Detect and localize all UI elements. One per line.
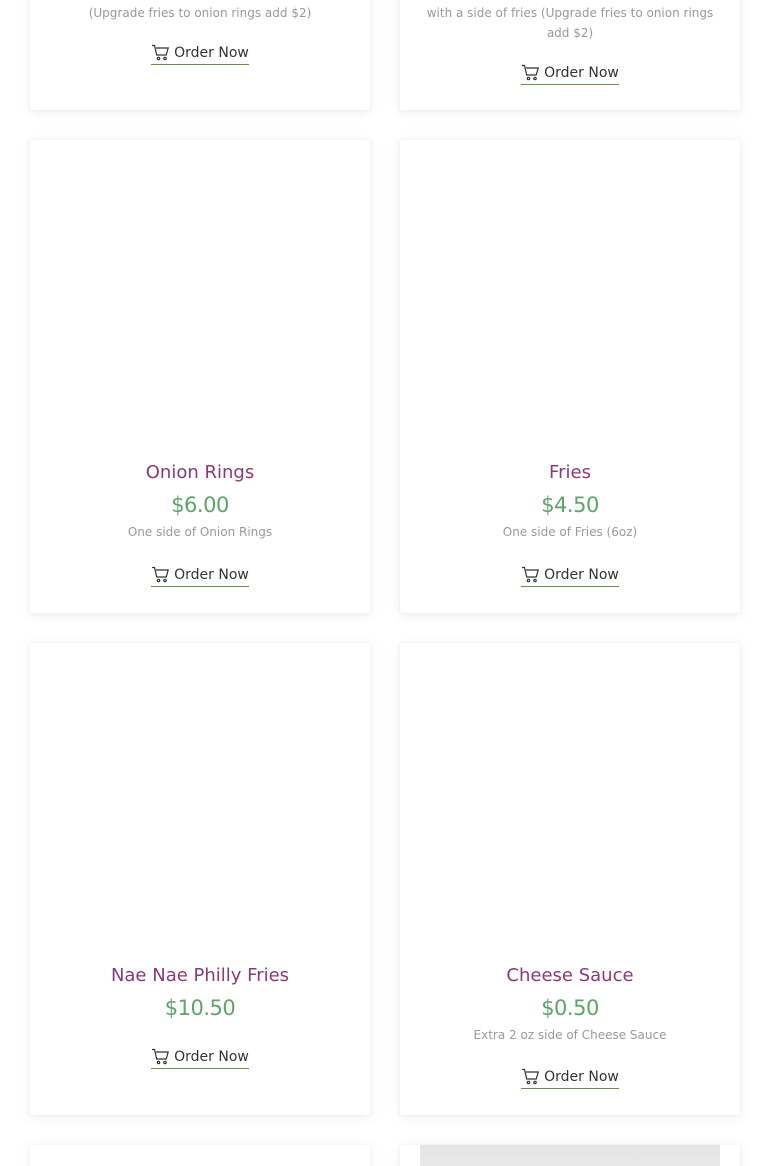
item-description: One side of Fries (6oz)	[502, 525, 638, 539]
menu-card	[30, 1145, 370, 1166]
order-now-label: Order Now	[174, 1048, 249, 1065]
item-name[interactable]: Fries	[400, 461, 740, 485]
menu-card-onion-rings: Onion Rings $6.00 One side of Onion Ring…	[30, 140, 370, 613]
item-description: (Upgrade fries to onion rings add $2)	[88, 6, 312, 20]
order-now-label: Order Now	[544, 64, 619, 81]
order-now-label: Order Now	[544, 566, 619, 583]
item-name[interactable]: Cheese Sauce	[400, 964, 740, 988]
item-image	[420, 1145, 720, 1166]
item-price: $6.00	[171, 493, 229, 517]
menu-card: (Upgrade fries to onion rings add $2) Or…	[30, 0, 370, 110]
item-price: $4.50	[541, 493, 599, 517]
order-now-button[interactable]: Order Now	[151, 1048, 249, 1069]
item-price: $0.50	[541, 996, 599, 1020]
order-now-label: Order Now	[544, 1068, 619, 1085]
item-image	[30, 140, 370, 450]
item-name[interactable]: Onion Rings	[30, 461, 370, 485]
order-now-button[interactable]: Order Now	[521, 566, 619, 587]
cart-icon	[521, 566, 540, 583]
cart-icon	[151, 1048, 170, 1065]
item-description: One side of Onion Rings	[127, 525, 273, 539]
menu-card	[400, 1145, 740, 1166]
cart-icon	[151, 44, 170, 61]
item-image	[400, 140, 740, 450]
order-now-button[interactable]: Order Now	[151, 44, 249, 65]
order-now-label: Order Now	[174, 566, 249, 583]
item-name[interactable]: Nae Nae Philly Fries	[30, 964, 370, 988]
cart-icon	[521, 64, 540, 81]
item-image	[400, 643, 740, 953]
order-now-button[interactable]: Order Now	[151, 566, 249, 587]
item-price: $10.50	[164, 996, 236, 1020]
menu-card-nae-nae-philly-fries: Nae Nae Philly Fries $10.50 Order Now	[30, 643, 370, 1115]
menu-grid: (Upgrade fries to onion rings add $2) Or…	[0, 0, 770, 1166]
menu-card-fries: Fries $4.50 One side of Fries (6oz) Orde…	[400, 140, 740, 613]
item-image	[30, 643, 370, 953]
order-now-button[interactable]: Order Now	[521, 1068, 619, 1089]
order-now-button[interactable]: Order Now	[521, 64, 619, 85]
item-description: Extra 2 oz side of Cheese Sauce	[473, 1028, 667, 1042]
menu-card-cheese-sauce: Cheese Sauce $0.50 Extra 2 oz side of Ch…	[400, 643, 740, 1115]
item-description: with a side of fries (Upgrade fries to o…	[426, 6, 714, 40]
menu-card: with a side of fries (Upgrade fries to o…	[400, 0, 740, 110]
order-now-label: Order Now	[174, 44, 249, 61]
cart-icon	[151, 566, 170, 583]
cart-icon	[521, 1068, 540, 1085]
